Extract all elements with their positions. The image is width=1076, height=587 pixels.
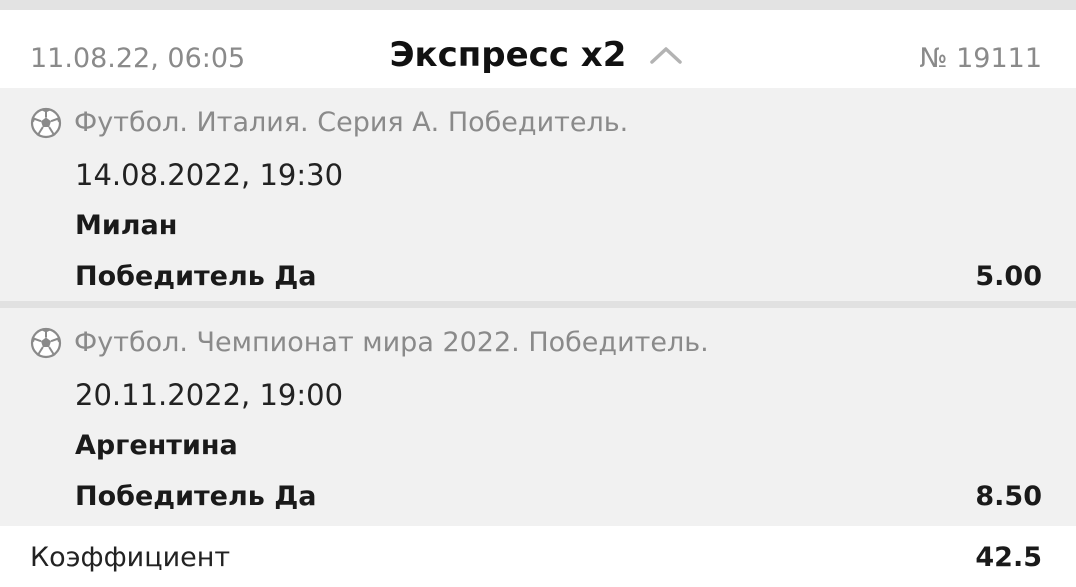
event-date: 20.11.2022, 19:00 xyxy=(75,378,344,412)
sport-league-label: Футбол. Чемпионат мира 2022. Победитель. xyxy=(74,327,709,358)
bet-item: Футбол. Чемпионат мира 2022. Победитель.… xyxy=(0,308,1076,526)
coefficient-value: 42.5 xyxy=(975,542,1042,573)
bet-item: Футбол. Италия. Серия А. Победитель. 14.… xyxy=(0,88,1076,301)
team-name: Аргентина xyxy=(75,430,238,461)
bet-header[interactable]: 11.08.22, 06:05 Экспресс x2 № 19111 xyxy=(0,10,1076,88)
soccer-ball-icon xyxy=(30,327,62,359)
coefficient-label: Коэффициент xyxy=(30,542,231,573)
event-date: 14.08.2022, 19:30 xyxy=(75,158,344,192)
odds-value: 8.50 xyxy=(975,481,1042,512)
odds-value: 5.00 xyxy=(975,261,1042,292)
sport-line: Футбол. Италия. Серия А. Победитель. xyxy=(30,107,628,139)
sport-line: Футбол. Чемпионат мира 2022. Победитель. xyxy=(30,327,709,359)
soccer-ball-icon xyxy=(30,107,62,139)
market-label: Победитель Да xyxy=(75,261,317,292)
bet-number: № 19111 xyxy=(919,43,1042,74)
market-label: Победитель Да xyxy=(75,481,317,512)
total-coefficient-row: Коэффициент 42.5 xyxy=(0,526,1076,587)
bet-title-group[interactable]: Экспресс x2 xyxy=(0,34,1076,76)
chevron-up-icon[interactable] xyxy=(648,43,684,67)
bet-separator xyxy=(0,301,1076,308)
team-name: Милан xyxy=(75,210,178,241)
bet-type-title: Экспресс x2 xyxy=(389,35,627,75)
sport-league-label: Футбол. Италия. Серия А. Победитель. xyxy=(74,107,629,138)
top-divider xyxy=(0,0,1076,10)
